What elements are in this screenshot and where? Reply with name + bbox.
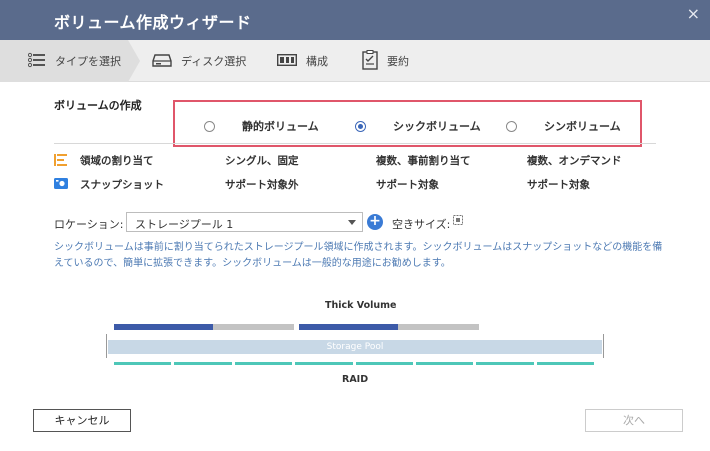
raid-disk-segment xyxy=(114,362,172,365)
chevron-down-icon xyxy=(348,220,356,225)
raid-disk-segment xyxy=(476,362,534,365)
clipboard-icon xyxy=(362,49,378,73)
wizard-steps: タイプを選択 ディスク選択 構成 要約 xyxy=(0,40,710,82)
volume-description: シックボリュームは事前に割り当てられたストレージプール領域に作成されます。シック… xyxy=(54,242,663,269)
title-bar: ボリューム作成ウィザード × xyxy=(0,0,710,40)
divider xyxy=(54,143,656,144)
add-pool-button[interactable]: + xyxy=(367,214,383,230)
free-size-label: 空きサイズ: xyxy=(392,218,451,231)
cancel-button[interactable]: キャンセル xyxy=(33,409,131,432)
step-summary[interactable]: 要約 xyxy=(362,40,409,82)
feature-value: サポート対象 xyxy=(376,179,439,191)
feature-value: サポート対象 xyxy=(527,179,590,191)
feature-value: 複数、オンデマンド xyxy=(527,155,622,167)
radio-button[interactable] xyxy=(204,120,215,132)
next-button[interactable]: 次へ xyxy=(585,409,683,432)
feature-label: 領域の割り当て xyxy=(80,155,154,167)
step-label: ディスク選択 xyxy=(181,55,247,68)
feature-row-allocation: 領域の割り当て シングル、固定 複数、事前割り当て 複数、オンデマンド xyxy=(0,153,710,169)
step-label: 構成 xyxy=(306,55,328,68)
close-icon[interactable]: × xyxy=(687,4,700,23)
location-value: ストレージプール 1 xyxy=(135,218,234,231)
location-label: ロケーション: xyxy=(54,218,124,231)
list-icon xyxy=(27,52,46,71)
radio-label: シックボリューム xyxy=(393,120,481,133)
radio-static-volume[interactable]: 静的ボリューム xyxy=(204,118,319,134)
storage-pool-bar: Storage Pool xyxy=(108,340,602,354)
feature-label: スナップショット xyxy=(80,179,164,191)
step-label: 要約 xyxy=(387,55,409,68)
snapshot-icon xyxy=(54,178,68,192)
radio-label: シンボリューム xyxy=(544,120,621,133)
radio-button-selected[interactable] xyxy=(355,120,366,132)
raid-disk-segment xyxy=(295,362,353,365)
diagram-title-text: Thick Volume xyxy=(325,300,397,311)
radio-thin-volume[interactable]: シンボリューム xyxy=(506,118,621,134)
feature-value: シングル、固定 xyxy=(225,155,299,167)
disk-icon xyxy=(152,53,172,70)
feature-value: 複数、事前割り当て xyxy=(376,155,471,167)
radio-button[interactable] xyxy=(506,120,517,132)
radio-label: 静的ボリューム xyxy=(242,120,319,133)
grid-icon xyxy=(453,215,463,228)
raid-disk-segment xyxy=(234,362,293,365)
allocation-icon xyxy=(54,154,68,169)
raid-disk-segment xyxy=(536,362,594,365)
volume-bar-1-fill xyxy=(114,324,213,330)
raid-disk-segment xyxy=(174,362,232,365)
dialog-title: ボリューム作成ウィザード xyxy=(54,13,252,32)
step-arrow xyxy=(128,40,140,82)
step-disk-select[interactable]: ディスク選択 xyxy=(152,40,246,82)
raid-label-text: RAID xyxy=(342,374,369,385)
location-select[interactable]: ストレージプール 1 xyxy=(126,212,363,232)
step-config[interactable]: 構成 xyxy=(276,40,328,82)
raid-disk-segment xyxy=(355,362,413,365)
raid-disk-segment xyxy=(415,362,474,365)
volume-bar-2-fill xyxy=(299,324,398,330)
step-label: タイプを選択 xyxy=(55,55,121,68)
radio-thick-volume[interactable]: シックボリューム xyxy=(355,118,481,134)
step-select-type[interactable]: タイプを選択 xyxy=(0,40,128,82)
feature-row-snapshot: スナップショット サポート対象外 サポート対象 サポート対象 xyxy=(0,177,710,193)
config-icon xyxy=(276,53,298,69)
feature-value: サポート対象外 xyxy=(225,179,299,191)
volume-create-label: ボリュームの作成 xyxy=(54,99,142,112)
